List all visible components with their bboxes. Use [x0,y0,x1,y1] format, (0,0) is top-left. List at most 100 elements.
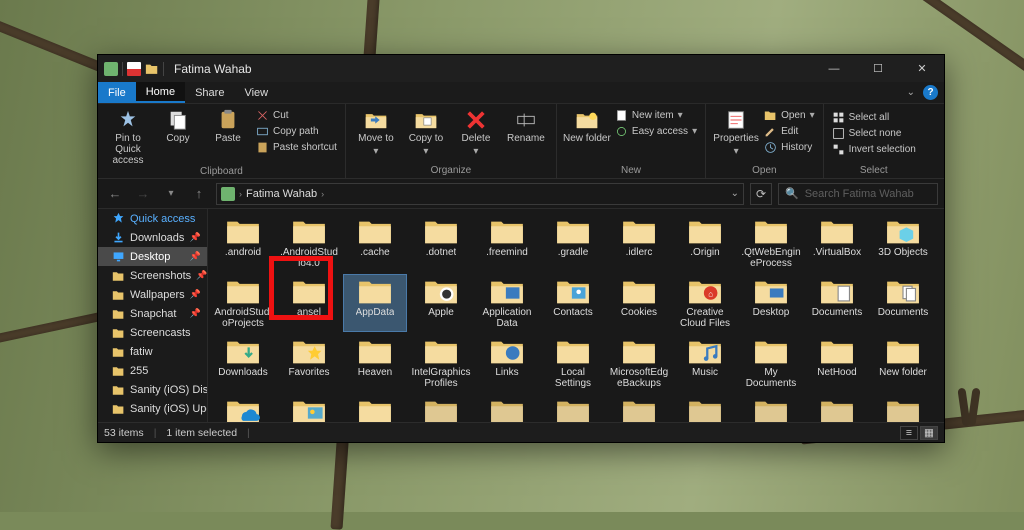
recent-locations-button[interactable]: ▾ [160,183,182,205]
folder-item[interactable]: Music [674,335,736,391]
folder-item[interactable] [476,395,538,422]
help-icon[interactable]: ? [923,85,938,100]
folder-item[interactable]: .android [212,215,274,271]
sidebar-item-snapchat[interactable]: Snapchat📌 [98,304,207,323]
folder-item[interactable]: .gradle [542,215,604,271]
folder-icon[interactable] [145,62,159,76]
folder-item[interactable]: PrintHood [344,395,406,422]
folder-item[interactable]: IntelGraphicsProfiles [410,335,472,391]
folder-item[interactable]: .idlerc [608,215,670,271]
folder-item[interactable]: Links [476,335,538,391]
folder-item[interactable]: Documents [806,275,868,331]
folder-item[interactable]: Desktop [740,275,802,331]
move-to-button[interactable]: Move to▾ [352,106,400,157]
folder-item[interactable]: .QtWebEngineProcess [740,215,802,271]
forward-button[interactable]: → [132,183,154,205]
folder-item[interactable]: AndroidStudioProjects [212,275,274,331]
sidebar-item-downloads[interactable]: Downloads📌 [98,228,207,247]
folder-item[interactable]: AppData [344,275,406,331]
cut-button[interactable]: Cut [254,108,339,123]
select-none-button[interactable]: Select none [830,126,918,141]
maximize-button[interactable]: ☐ [856,55,900,82]
edit-button[interactable]: Edit [762,124,817,139]
paste-button[interactable]: Paste [204,106,252,144]
tab-view[interactable]: View [234,82,278,103]
sidebar-item-sanity-sending-a[interactable]: Sanity Sending a [98,418,207,422]
details-view-button[interactable]: ≡ [900,426,918,440]
tab-file[interactable]: File [98,82,136,103]
folder-item[interactable]: Application Data [476,275,538,331]
address-bar[interactable]: › Fatima Wahab › ⌄ [216,183,744,205]
folder-item[interactable]: Cookies [608,275,670,331]
folder-item[interactable]: New folder [872,335,934,391]
folder-item[interactable]: .AndroidStudio4.0 [278,215,340,271]
navigation-pane[interactable]: Quick accessDownloads📌Desktop📌Screenshot… [98,209,208,422]
folder-item[interactable]: .dotnet [410,215,472,271]
titlebar[interactable]: Fatima Wahab — ☐ ✕ [98,55,944,82]
folder-item[interactable]: .VirtualBox [806,215,868,271]
folder-item[interactable]: ansel [278,275,340,331]
new-item-button[interactable]: New item ▾ [613,108,699,123]
pin-quick-access-button[interactable]: Pin to Quick access [104,106,152,166]
back-button[interactable]: ← [104,183,126,205]
folder-item[interactable]: .freemind [476,215,538,271]
copy-to-button[interactable]: Copy to▾ [402,106,450,157]
folder-item[interactable] [740,395,802,422]
sidebar-item-screencasts[interactable]: Screencasts [98,323,207,342]
breadcrumb-segment[interactable]: Fatima Wahab [246,188,317,200]
ribbon-collapse-icon[interactable]: ⌄ [907,87,915,98]
copy-path-button[interactable]: Copy path [254,124,339,139]
search-input[interactable]: 🔍 Search Fatima Wahab [778,183,938,205]
sidebar-item-desktop[interactable]: Desktop📌 [98,247,207,266]
sidebar-item-fatiw[interactable]: fatiw [98,342,207,361]
rename-button[interactable]: Rename [502,106,550,144]
properties-icon[interactable] [127,62,141,76]
folder-item[interactable]: Downloads [212,335,274,391]
sidebar-item-255[interactable]: 255 [98,361,207,380]
folder-item[interactable]: Favorites [278,335,340,391]
history-button[interactable]: History [762,140,817,155]
sidebar-item-sanity-ios-upd[interactable]: Sanity (iOS) Upd [98,399,207,418]
tab-share[interactable]: Share [185,82,234,103]
minimize-button[interactable]: — [812,55,856,82]
folder-item[interactable]: Apple [410,275,472,331]
folder-item[interactable] [542,395,604,422]
sidebar-item-quick-access[interactable]: Quick access [98,209,207,228]
folder-item[interactable]: Documents [872,275,934,331]
easy-access-button[interactable]: Easy access ▾ [613,124,699,139]
delete-button[interactable]: Delete▾ [452,106,500,157]
folder-item[interactable] [608,395,670,422]
icons-view-button[interactable]: ▦ [920,426,938,440]
folder-item[interactable]: .Origin [674,215,736,271]
folder-view[interactable]: .android .AndroidStudio4.0 .cache .dotne… [208,209,944,422]
sidebar-item-sanity-ios-disc[interactable]: Sanity (iOS) Disc [98,380,207,399]
address-history-icon[interactable]: ⌄ [731,188,739,199]
refresh-button[interactable]: ⟳ [750,183,772,205]
folder-item[interactable] [674,395,736,422]
folder-item[interactable] [410,395,472,422]
folder-item[interactable] [806,395,868,422]
folder-item[interactable]: .cache [344,215,406,271]
folder-item[interactable]: NetHood [806,335,868,391]
folder-item[interactable]: Contacts [542,275,604,331]
folder-item[interactable]: Pictures [278,395,340,422]
invert-selection-button[interactable]: Invert selection [830,142,918,157]
sidebar-item-screenshots[interactable]: Screenshots📌 [98,266,207,285]
folder-item[interactable] [872,395,934,422]
folder-item[interactable]: Local Settings [542,335,604,391]
select-all-button[interactable]: Select all [830,110,918,125]
open-button[interactable]: Open ▾ [762,108,817,123]
properties-button[interactable]: Properties▾ [712,106,760,157]
folder-item[interactable]: OneDrive [212,395,274,422]
folder-item[interactable]: ⌂ Creative Cloud Files [674,275,736,331]
sidebar-item-wallpapers[interactable]: Wallpapers📌 [98,285,207,304]
new-folder-button[interactable]: New folder [563,106,611,144]
folder-item[interactable]: My Documents [740,335,802,391]
copy-button[interactable]: Copy [154,106,202,144]
folder-item[interactable]: Heaven [344,335,406,391]
folder-item[interactable]: MicrosoftEdgeBackups [608,335,670,391]
paste-shortcut-button[interactable]: Paste shortcut [254,140,339,155]
close-button[interactable]: ✕ [900,55,944,82]
folder-item[interactable]: 3D Objects [872,215,934,271]
up-button[interactable]: ↑ [188,183,210,205]
